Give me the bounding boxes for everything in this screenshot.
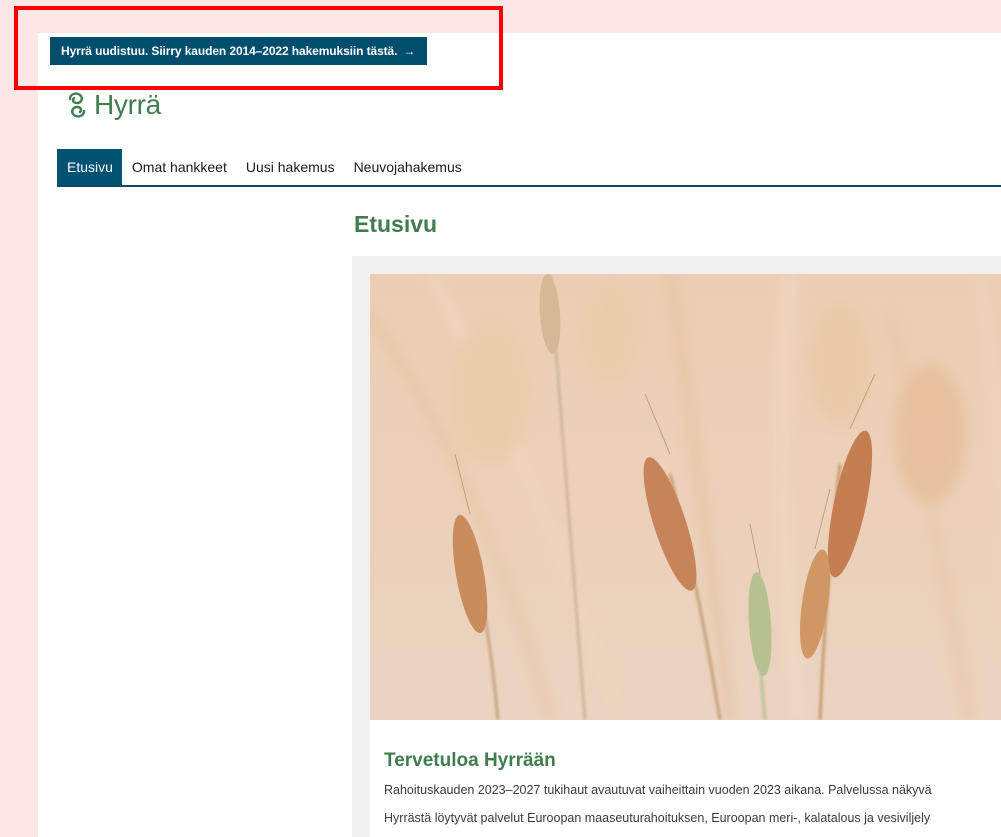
nav-item-neuvojahakemus[interactable]: Neuvojahakemus xyxy=(344,149,471,185)
welcome-title: Tervetuloa Hyrrään xyxy=(384,750,556,771)
services-paragraph: Hyrrästä löytyvät palvelut Euroopan maas… xyxy=(384,811,931,825)
banner-text: Hyrrä uudistuu. Siirry kauden 2014–2022 … xyxy=(61,44,398,58)
hyrra-logo[interactable]: Hyrrä xyxy=(64,89,161,121)
logo-text: Hyrrä xyxy=(94,89,161,120)
main-navigation: Etusivu Omat hankkeet Uusi hakemus Neuvo… xyxy=(57,149,1001,187)
page-title: Etusivu xyxy=(354,211,438,237)
nav-item-omat-hankkeet[interactable]: Omat hankkeet xyxy=(122,149,236,185)
welcome-card: Tervetuloa Hyrrään Rahoituskauden 2023–2… xyxy=(352,256,1001,837)
nav-item-uusi-hakemus[interactable]: Uusi hakemus xyxy=(236,149,344,185)
app-page: Hyrrä uudistuu. Siirry kauden 2014–2022 … xyxy=(38,33,1001,837)
arrow-right-icon: → xyxy=(403,44,416,58)
nav-item-etusivu[interactable]: Etusivu xyxy=(57,149,122,185)
intro-paragraph: Rahoituskauden 2023–2027 tukihaut avautu… xyxy=(384,783,932,797)
renewal-banner-link[interactable]: Hyrrä uudistuu. Siirry kauden 2014–2022 … xyxy=(50,37,428,65)
welcome-card-content: Tervetuloa Hyrrään Rahoituskauden 2023–2… xyxy=(370,274,1001,837)
wheat-field-image xyxy=(370,274,1001,720)
swirl-logo-icon xyxy=(68,92,86,118)
